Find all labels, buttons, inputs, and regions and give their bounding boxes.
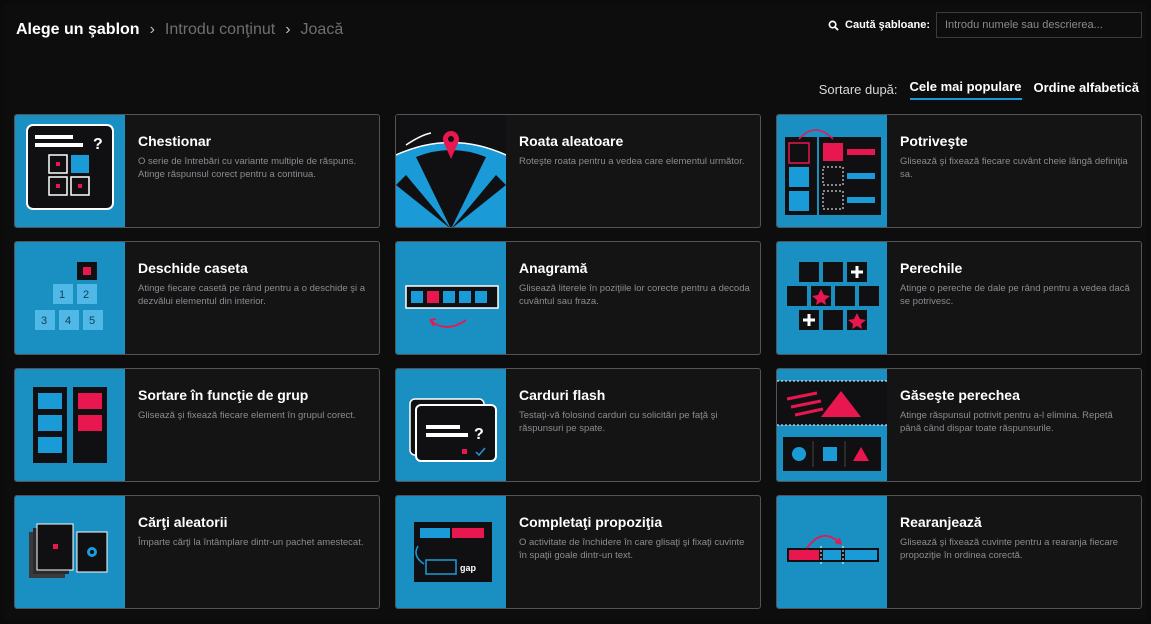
anagram-icon — [396, 242, 506, 354]
template-title: Carduri flash — [519, 387, 606, 403]
template-card-group-sort[interactable]: Sortare în funcţie de grup Glisează şi f… — [14, 368, 380, 482]
box-number: 1 — [59, 289, 65, 301]
sort-label: Sortare după: — [818, 82, 898, 97]
breadcrumb-step-choose-template[interactable]: Alege un şablon — [16, 21, 140, 39]
sort-option-popular[interactable]: Cele mai populare — [909, 79, 1022, 100]
template-card-unjumble[interactable]: Rearanjează Glisează şi fixează cuvinte … — [776, 495, 1142, 609]
template-description: O activitate de închidere în care glisaţ… — [519, 537, 745, 561]
quiz-icon: ? — [15, 115, 125, 227]
breadcrumb-step-play: Joacă — [300, 21, 344, 38]
find-match-icon — [777, 369, 887, 481]
template-card-matching-pairs[interactable]: Perechile Atinge o pereche de dale pe râ… — [776, 241, 1142, 355]
box-number: 3 — [41, 315, 47, 327]
box-number: 2 — [83, 289, 89, 301]
template-description: Glisează şi fixează cuvinte pentru a rea… — [900, 537, 1119, 561]
breadcrumb: Alege un şablon › Introdu conţinut › Joa… — [16, 18, 343, 42]
template-card-match-up[interactable]: Potriveşte Glisează şi fixează fiecare c… — [776, 114, 1142, 228]
random-cards-icon — [15, 496, 125, 608]
template-card-flash-cards[interactable]: ? Carduri flash Testaţi-vă folosind card… — [395, 368, 761, 482]
pairs-icon — [777, 242, 887, 354]
template-description: Atinge o pereche de dale pe rând pentru … — [900, 283, 1130, 307]
wheel-icon — [396, 115, 506, 227]
template-card-find-the-match[interactable]: Găseşte perechea Atinge răspunsul potriv… — [776, 368, 1142, 482]
template-grid: ? Chestionar O serie de întrebări cu var… — [14, 114, 1142, 609]
app-frame: Alege un şablon › Introdu conţinut › Joa… — [4, 4, 1147, 620]
box-number: 4 — [65, 315, 71, 327]
template-description: Roteşte roata pentru a vedea care elemen… — [519, 156, 745, 167]
flashcards-icon: ? — [396, 369, 506, 481]
template-card-random-cards[interactable]: Cărţi aleatorii Împarte cărţi la întâmpl… — [14, 495, 380, 609]
sort-bar: Sortare după: Cele mai populare Ordine a… — [819, 79, 1139, 100]
template-title: Anagramă — [519, 260, 588, 276]
search-bar: Caută şabloane: — [828, 12, 1142, 38]
template-description: Atinge fiecare casetă pe rând pentru a o… — [138, 283, 366, 307]
boxes-icon: 1 2 3 4 5 — [15, 242, 125, 354]
question-mark-glyph: ? — [93, 136, 103, 153]
template-description: Glisează şi fixează fiecare element în g… — [138, 410, 356, 421]
search-icon — [828, 20, 839, 31]
box-number: 5 — [89, 315, 95, 327]
template-title: Perechile — [900, 260, 963, 276]
chevron-right-icon: › — [149, 21, 155, 38]
search-label: Caută şabloane: — [845, 19, 930, 31]
chevron-right-icon: › — [285, 21, 291, 38]
template-card-open-the-box[interactable]: 1 2 3 4 5 Deschide caseta Atinge fiecare… — [14, 241, 380, 355]
search-input[interactable] — [936, 12, 1142, 38]
template-title: Găseşte perechea — [900, 387, 1020, 403]
template-card-complete-sentence[interactable]: gap Completaţi propoziţia O activitate d… — [395, 495, 761, 609]
template-title: Deschide caseta — [138, 260, 248, 276]
template-description: Testaţi-vă folosind carduri cu solicităr… — [519, 410, 718, 434]
template-description: Împarte cărţi la întâmplare dintr-un pac… — [138, 537, 364, 548]
template-card-quiz[interactable]: ? Chestionar O serie de întrebări cu var… — [14, 114, 380, 228]
template-title: Potriveşte — [900, 133, 968, 149]
question-mark-glyph: ? — [474, 426, 484, 443]
template-card-random-wheel[interactable]: Roata aleatoare Roteşte roata pentru a v… — [395, 114, 761, 228]
template-title: Cărţi aleatorii — [138, 514, 228, 530]
group-sort-icon — [15, 369, 125, 481]
template-title: Roata aleatoare — [519, 133, 624, 149]
template-card-anagram[interactable]: Anagramă Glisează literele în poziţiile … — [395, 241, 761, 355]
sort-option-alphabetical[interactable]: Ordine alfabetică — [1034, 80, 1139, 99]
template-title: Sortare în funcţie de grup — [138, 387, 309, 403]
template-title: Rearanjează — [900, 514, 982, 530]
complete-sentence-icon: gap — [396, 496, 506, 608]
template-description: Glisează literele în poziţiile lor corec… — [519, 283, 750, 307]
template-title: Chestionar — [138, 133, 212, 149]
breadcrumb-step-enter-content: Introdu conţinut — [164, 21, 276, 38]
match-icon — [777, 115, 887, 227]
template-description: O serie de întrebări cu variante multipl… — [138, 156, 357, 180]
rearrange-icon — [777, 496, 887, 608]
template-description: Glisează şi fixează fiecare cuvânt cheie… — [900, 156, 1128, 180]
gap-word: gap — [460, 563, 477, 573]
template-description: Atinge răspunsul potrivit pentru a-l eli… — [900, 410, 1113, 434]
template-title: Completaţi propoziţia — [519, 514, 663, 530]
